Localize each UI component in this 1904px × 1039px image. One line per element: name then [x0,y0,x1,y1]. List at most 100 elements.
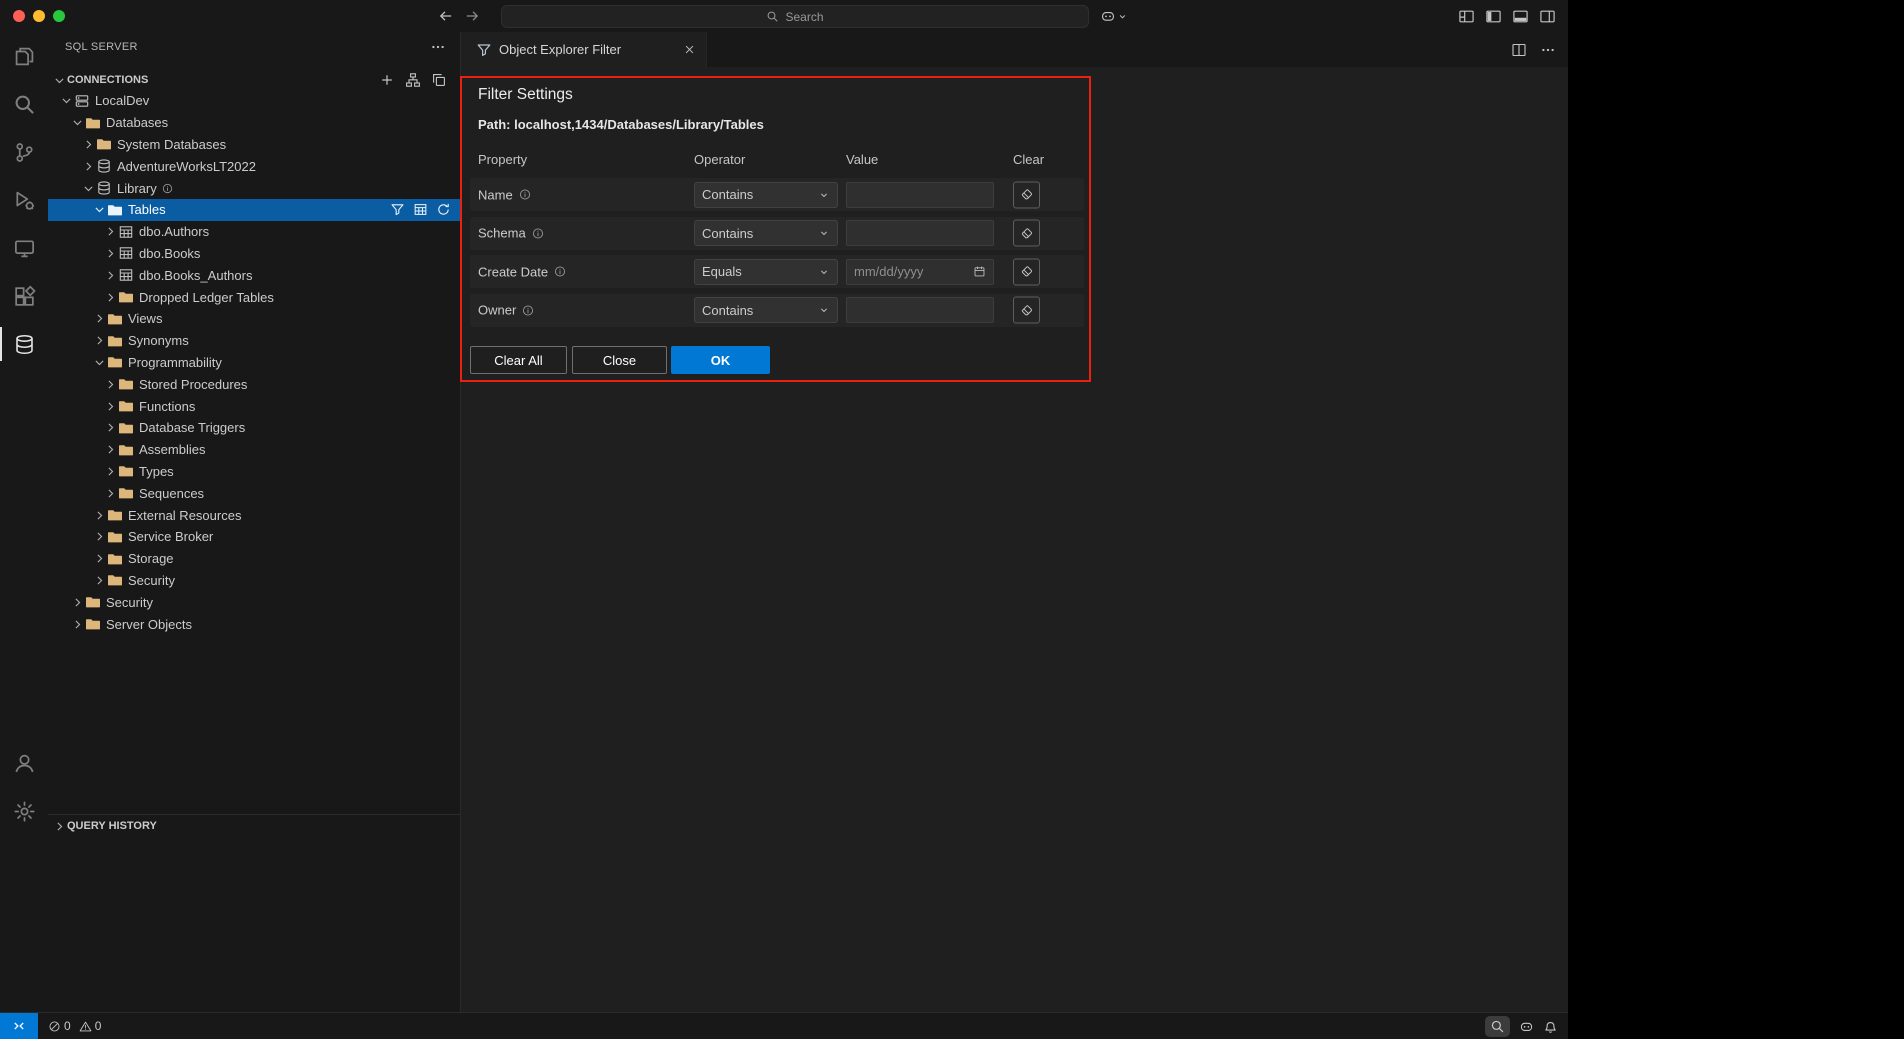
tree-item-label: Server Objects [106,617,192,632]
chevron-down-icon [1117,11,1128,22]
owner-clear-button[interactable] [1013,297,1040,324]
clear-all-button[interactable]: Clear All [470,346,567,374]
tree-item-synonyms[interactable]: Synonyms [48,330,460,352]
copilot-status-button[interactable] [1519,1019,1534,1034]
tree-item-security[interactable]: Security [48,570,460,592]
tree-item-library[interactable]: Library [48,177,460,199]
tree-item-types[interactable]: Types [48,461,460,483]
chevron-right-icon [91,530,107,543]
activity-sql-server[interactable] [0,320,48,368]
zoom-indicator[interactable] [1485,1016,1510,1037]
connection-groups-button[interactable] [405,72,421,88]
create-date-value-input[interactable]: mm/dd/yyyy [846,259,994,285]
split-editor-icon[interactable] [1511,42,1527,58]
toggle-panel-button[interactable] [1512,8,1529,25]
tree-item-actions [390,202,460,217]
schema-operator-select[interactable]: Contains [694,220,838,246]
settings-icon [13,800,36,823]
filter-path: Path: localhost,1434/Databases/Library/T… [478,117,764,132]
editor-more-actions-icon[interactable] [1540,42,1556,58]
tree-item-server-objects[interactable]: Server Objects [48,613,460,635]
info-icon [532,227,544,239]
tab-object-explorer-filter[interactable]: Object Explorer Filter [461,32,707,67]
tree-item-dropped-ledger-tables[interactable]: Dropped Ledger Tables [48,286,460,308]
tree-item-adventureworkslt2022[interactable]: AdventureWorksLT2022 [48,155,460,177]
warning-count: 0 [95,1019,102,1033]
schema-value-input[interactable] [846,220,994,246]
activity-explorer[interactable] [0,32,48,80]
database-icon [96,158,112,174]
tree-item-external-resources[interactable]: External Resources [48,504,460,526]
tree-item-functions[interactable]: Functions [48,395,460,417]
name-operator-select[interactable]: Contains [694,182,838,208]
customize-layout-button[interactable] [1458,8,1475,25]
create-date-operator-select[interactable]: Equals [694,259,838,285]
tree-item-label: Service Broker [128,529,213,544]
add-connection-button[interactable] [379,72,395,88]
zoom-indicator-button[interactable] [1490,1019,1505,1034]
error-icon [48,1020,61,1033]
filter-action-icon[interactable] [390,202,405,217]
tree-item-stored-procedures[interactable]: Stored Procedures [48,373,460,395]
problems-status[interactable]: 0 0 [48,1019,109,1033]
remote-indicator-button[interactable] [0,1013,38,1039]
activity-extensions[interactable] [0,272,48,320]
activity-remote-explorer[interactable] [0,224,48,272]
tree-item-programmability[interactable]: Programmability [48,352,460,374]
table-action-icon[interactable] [413,202,428,217]
tree-item-security[interactable]: Security [48,591,460,613]
connections-section-header[interactable]: CONNECTIONS [48,69,460,91]
tree-item-localdev[interactable]: LocalDev [48,90,460,112]
activity-source-control[interactable] [0,128,48,176]
tree-item-system-databases[interactable]: System Databases [48,134,460,156]
zoom-window-button[interactable] [53,10,65,22]
close-button[interactable]: Close [572,346,667,374]
tree-item-databases[interactable]: Databases [48,112,460,134]
owner-operator-select[interactable]: Contains [694,297,838,323]
copilot-menu-button[interactable] [1100,5,1128,27]
name-clear-button[interactable] [1013,181,1040,208]
minimize-window-button[interactable] [33,10,45,22]
tree-item-sequences[interactable]: Sequences [48,482,460,504]
chevron-down-small-icon [818,304,830,316]
property-label-text: Create Date [478,264,548,279]
tree-item-dbo-authors[interactable]: dbo.Authors [48,221,460,243]
toggle-secondary-sidebar-button[interactable] [1539,8,1556,25]
forward-icon[interactable] [464,8,480,24]
tree-item-dbo-books[interactable]: dbo.Books [48,243,460,265]
back-icon[interactable] [438,8,454,24]
tree-item-tables[interactable]: Tables [48,199,460,221]
tree-item-service-broker[interactable]: Service Broker [48,526,460,548]
tree-item-database-triggers[interactable]: Database Triggers [48,417,460,439]
tree-item-label: LocalDev [95,93,149,108]
owner-value-input[interactable] [846,297,994,323]
notifications-button[interactable] [1543,1019,1558,1034]
new-connection-group-button[interactable] [431,72,447,88]
tree-item-dbo-books-authors[interactable]: dbo.Books_Authors [48,264,460,286]
close-tab-icon[interactable] [683,43,696,56]
folder-icon [107,529,123,545]
command-center-search[interactable]: Search [501,5,1089,28]
calendar-icon[interactable] [973,265,986,278]
refresh-action-icon[interactable] [436,202,451,217]
ok-button[interactable]: OK [671,346,770,374]
activity-run-and-debug[interactable] [0,176,48,224]
activity-manage-settings[interactable] [0,787,48,835]
toggle-primary-sidebar-button[interactable] [1485,8,1502,25]
create-date-clear-button[interactable] [1013,258,1040,285]
schema-clear-button[interactable] [1013,220,1040,247]
tree-item-assemblies[interactable]: Assemblies [48,439,460,461]
tree-item-views[interactable]: Views [48,308,460,330]
activity-search[interactable] [0,80,48,128]
activity-accounts[interactable] [0,739,48,787]
window-controls [13,10,65,22]
debug-icon [13,189,36,212]
tree-item-storage[interactable]: Storage [48,548,460,570]
property-label: Name [478,187,531,202]
close-window-button[interactable] [13,10,25,22]
sidebar-more-actions-icon[interactable] [430,39,446,55]
editor-area: Object Explorer Filter Filter Settings P… [461,32,1568,1013]
query-history-section-header[interactable]: QUERY HISTORY [48,814,460,837]
name-value-input[interactable] [846,182,994,208]
status-bar-right [1485,1016,1568,1037]
